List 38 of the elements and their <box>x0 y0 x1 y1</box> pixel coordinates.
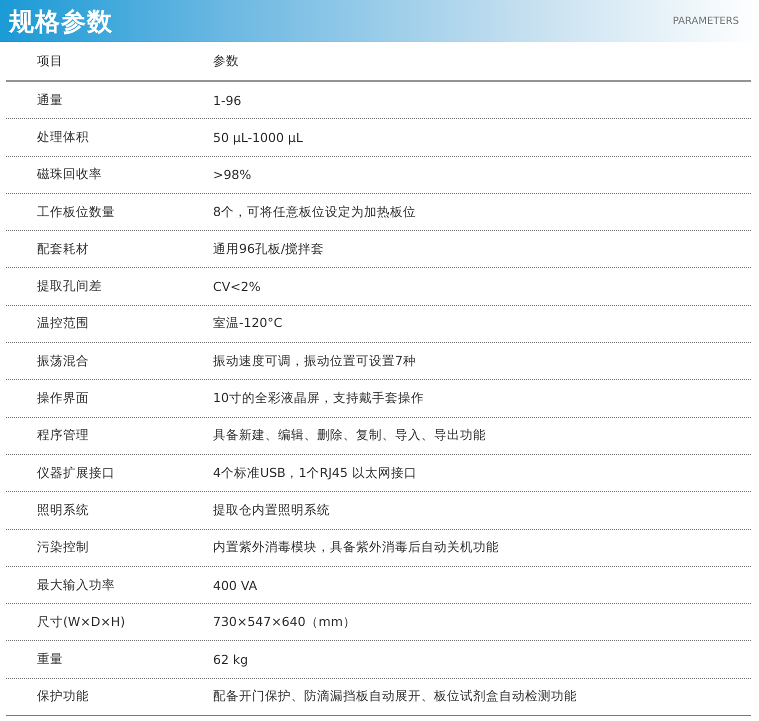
table-cell: 通用96孔板/搅拌套 <box>213 240 324 258</box>
column-header: 参数 <box>213 52 239 70</box>
table-cell-text: 照明系统 <box>36 502 90 519</box>
table-cell-text: 尺寸(W×D×H) <box>36 614 126 631</box>
table-cell: 具备新建、编辑、删除、复制、导入、导出功能 <box>213 427 486 444</box>
table-cell: 提取仓内置照明系统 <box>213 502 330 519</box>
table-cell-text: 工作板位数量 <box>36 204 116 221</box>
table-cell: 振动速度可调，振动位置可设置7种 <box>213 352 416 370</box>
table-cell: 8个，可将任意板位设定为加热板位 <box>213 204 416 221</box>
table-cell: 50 μL-1000 μL <box>213 130 303 145</box>
table-cell: 4个标准USB，1个RJ45 以太网接口 <box>213 464 417 482</box>
table-cell-text: 振荡混合 <box>36 352 90 370</box>
table-cell-text: 最大输入功率 <box>36 576 116 594</box>
table-cell: 62 kg <box>213 652 248 668</box>
table-cell: >98% <box>213 167 252 182</box>
table-cell-text: 操作界面 <box>36 390 90 408</box>
table-cell-text: 污染控制 <box>36 539 90 556</box>
table-cell: 400 VA <box>213 578 258 592</box>
table-cell: 1-96 <box>213 92 242 108</box>
table-cell: CV<2% <box>213 279 261 294</box>
table-cell-text: 处理体积 <box>36 128 90 146</box>
section-title: 规格参数 <box>9 6 113 38</box>
table-cell-text: 重量 <box>36 651 64 668</box>
table-cell-text: 配套耗材 <box>36 240 90 258</box>
table-cell: 室温-120°C <box>213 315 282 332</box>
column-header: 项目 <box>36 52 64 70</box>
table-cell-text: 程序管理 <box>36 427 90 444</box>
table-cell: 配备开门保护、防滴漏挡板自动展开、板位试剂盒自动检测功能 <box>213 688 577 706</box>
table-cell-text: 温控范围 <box>36 315 90 332</box>
table-cell: 内置紫外消毒模块，具备紫外消毒后自动关机功能 <box>213 539 499 556</box>
section-subtitle: PARAMETERS <box>672 16 739 26</box>
table-cell-text: 提取孔间差 <box>36 278 103 296</box>
table-cell-text: 仪器扩展接口 <box>36 464 116 482</box>
table-cell-text: 通量 <box>36 92 64 109</box>
table-cell: 10寸的全彩液晶屏，支持戴手套操作 <box>213 390 424 408</box>
table-cell-text: 磁珠回收率 <box>36 166 103 184</box>
table-cell-text: 保护功能 <box>36 688 90 706</box>
table-cell: 730×547×640（mm） <box>213 614 356 631</box>
